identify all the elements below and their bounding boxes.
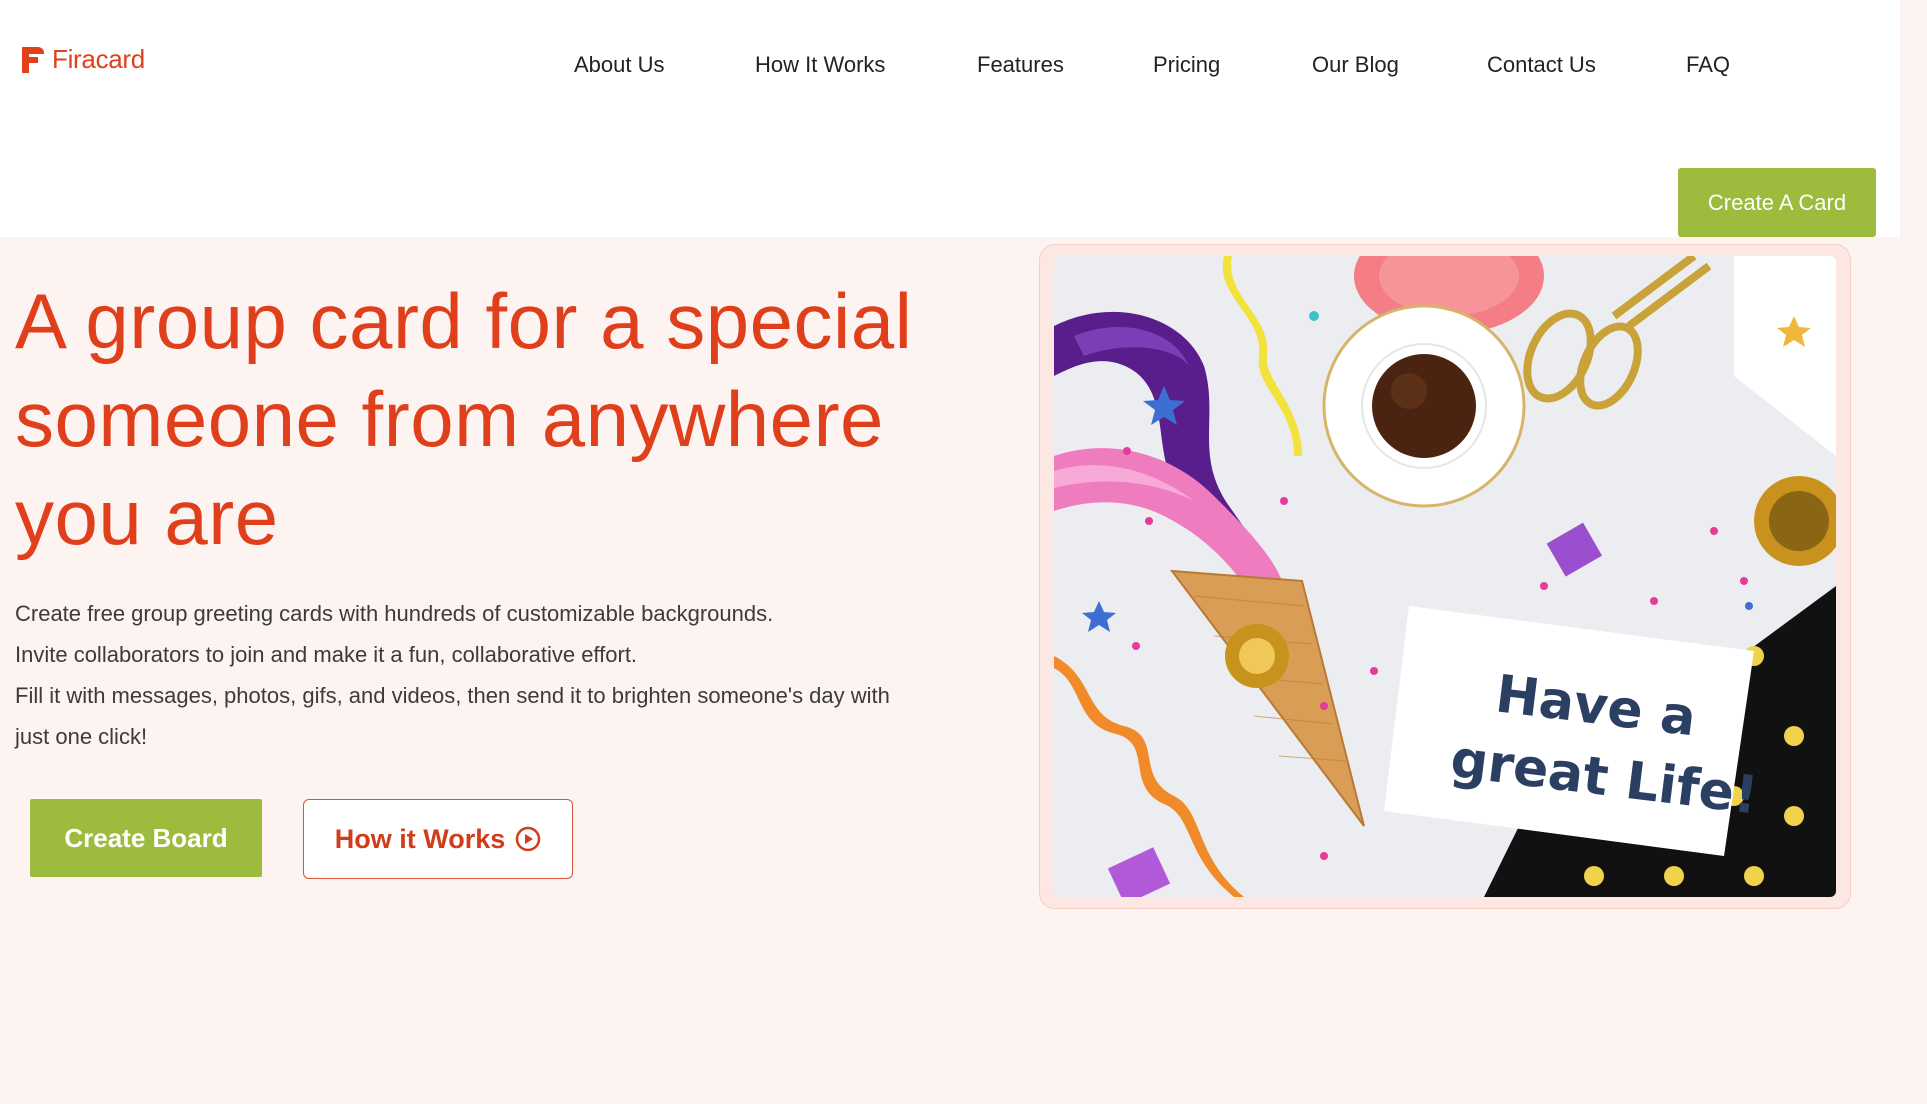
- hero-image: Have a great Life!: [1054, 256, 1836, 897]
- brand-name: Firacard: [52, 44, 145, 74]
- hero-description-line: Fill it with messages, photos, gifs, and…: [15, 683, 890, 749]
- site-header: Firacard About Us How It Works Features …: [0, 0, 1900, 237]
- nav-item-our-blog[interactable]: Our Blog: [1312, 52, 1399, 78]
- nav-item-contact-us[interactable]: Contact Us: [1487, 52, 1596, 78]
- hero-description-line: Create free group greeting cards with hu…: [15, 601, 774, 626]
- hero-description-line: Invite collaborators to join and make it…: [15, 642, 638, 667]
- nav-item-features[interactable]: Features: [977, 52, 1064, 78]
- create-board-button[interactable]: Create Board: [30, 799, 262, 877]
- hero-description: Create free group greeting cards with hu…: [15, 593, 935, 757]
- page-edge: [1900, 0, 1927, 1104]
- create-card-button[interactable]: Create A Card: [1678, 168, 1876, 237]
- hero-title: A group card for a special someone from …: [15, 277, 913, 561]
- page: Firacard About Us How It Works Features …: [0, 0, 1900, 1104]
- celebration-illustration: Have a great Life!: [1054, 256, 1836, 897]
- play-circle-icon: [516, 826, 541, 852]
- firacard-logo-icon: [22, 46, 44, 73]
- brand-logo[interactable]: Firacard: [22, 44, 145, 75]
- nav-item-faq[interactable]: FAQ: [1686, 52, 1730, 78]
- nav-item-how-it-works[interactable]: How It Works: [755, 52, 885, 78]
- nav-item-pricing[interactable]: Pricing: [1153, 52, 1220, 78]
- how-it-works-label: How it Works: [334, 823, 506, 854]
- how-it-works-button[interactable]: How it Works: [303, 799, 573, 879]
- nav-item-about-us[interactable]: About Us: [574, 52, 665, 78]
